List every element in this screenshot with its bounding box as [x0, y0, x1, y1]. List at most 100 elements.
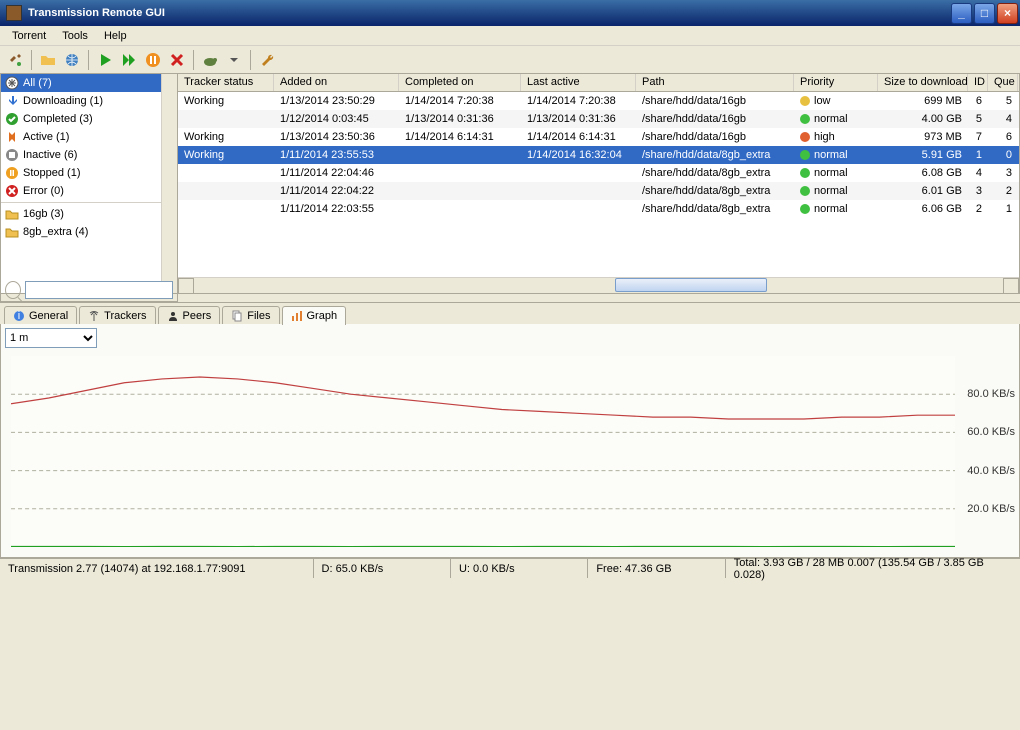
cell-id: 6 — [968, 95, 988, 107]
close-button[interactable]: × — [997, 3, 1018, 24]
cell-size: 6.01 GB — [878, 185, 968, 197]
cell-priority: low — [794, 95, 878, 107]
table-row[interactable]: Working1/11/2014 23:55:531/14/2014 16:32… — [178, 146, 1019, 164]
col-queue[interactable]: Que — [988, 74, 1018, 91]
details-tabs: iGeneral Trackers Peers Files Graph — [0, 302, 1020, 324]
cell-queue: 1 — [988, 203, 1018, 215]
folder-open-icon — [40, 52, 56, 68]
cell-path: /share/hdd/data/16gb — [636, 113, 794, 125]
tab-trackers[interactable]: Trackers — [79, 306, 155, 325]
cell-added: 1/13/2014 23:50:36 — [274, 131, 399, 143]
tab-peers[interactable]: Peers — [158, 306, 221, 325]
alt-speed-dropdown[interactable] — [223, 49, 245, 71]
start-button[interactable] — [94, 49, 116, 71]
table-row[interactable]: 1/12/2014 0:03:451/13/2014 0:31:361/13/2… — [178, 110, 1019, 128]
col-completed-on[interactable]: Completed on — [399, 74, 521, 91]
start-all-button[interactable] — [118, 49, 140, 71]
tab-general[interactable]: iGeneral — [4, 306, 77, 325]
maximize-button[interactable]: □ — [974, 3, 995, 24]
cell-size: 6.06 GB — [878, 203, 968, 215]
folder-icon — [5, 207, 19, 221]
cell-path: /share/hdd/data/16gb — [636, 95, 794, 107]
sidebar-item[interactable]: 8gb_extra (4) — [1, 223, 177, 241]
sidebar-item[interactable]: Completed (3) — [1, 110, 177, 128]
main-content: All (7)Downloading (1)Completed (3) Activ… — [0, 74, 1020, 294]
col-tracker-status[interactable]: Tracker status — [178, 74, 274, 91]
add-torrent-button[interactable] — [37, 49, 59, 71]
sidebar: All (7)Downloading (1)Completed (3) Activ… — [0, 74, 178, 294]
info-icon: i — [13, 310, 25, 322]
col-size[interactable]: Size to download — [878, 74, 968, 91]
sidebar-item[interactable]: Downloading (1) — [1, 92, 177, 110]
y-axis-labels: 20.0 KB/s40.0 KB/s60.0 KB/s80.0 KB/s — [959, 356, 1015, 547]
table-row[interactable]: 1/11/2014 22:04:22/share/hdd/data/8gb_ex… — [178, 182, 1019, 200]
cell-path: /share/hdd/data/8gb_extra — [636, 203, 794, 215]
person-icon — [167, 310, 179, 322]
alt-speed-button[interactable] — [199, 49, 221, 71]
sidebar-item-label: Active (1) — [23, 131, 69, 143]
sidebar-item[interactable]: Error (0) — [1, 182, 177, 200]
col-id[interactable]: ID — [968, 74, 988, 91]
down-icon — [5, 94, 19, 108]
graph-interval-select[interactable]: 1 m — [5, 328, 97, 348]
sidebar-item-label: Error (0) — [23, 185, 64, 197]
cell-added: 1/13/2014 23:50:29 — [274, 95, 399, 107]
search-box — [0, 278, 178, 302]
chevron-down-icon — [226, 52, 242, 68]
separator — [88, 50, 89, 70]
cell-queue: 3 — [988, 167, 1018, 179]
y-tick-label: 60.0 KB/s — [967, 426, 1015, 438]
folder-icon — [5, 225, 19, 239]
cell-last-active: 1/13/2014 0:31:36 — [521, 113, 636, 125]
y-tick-label: 20.0 KB/s — [967, 503, 1015, 515]
table-row[interactable]: Working1/13/2014 23:50:361/14/2014 6:14:… — [178, 128, 1019, 146]
pause-button[interactable] — [142, 49, 164, 71]
cell-id: 4 — [968, 167, 988, 179]
table-row[interactable]: Working1/13/2014 23:50:291/14/2014 7:20:… — [178, 92, 1019, 110]
priority-dot-icon — [800, 186, 810, 196]
priority-dot-icon — [800, 204, 810, 214]
table-row[interactable]: 1/11/2014 22:04:46/share/hdd/data/8gb_ex… — [178, 164, 1019, 182]
tab-files[interactable]: Files — [222, 306, 279, 325]
cell-size: 5.91 GB — [878, 149, 968, 161]
remove-button[interactable] — [166, 49, 188, 71]
all-icon — [5, 76, 19, 90]
grid-body[interactable]: Working1/13/2014 23:50:291/14/2014 7:20:… — [178, 92, 1019, 277]
menu-torrent[interactable]: Torrent — [4, 28, 54, 44]
status-upload: U: 0.0 KB/s — [451, 559, 588, 578]
cell-priority: normal — [794, 203, 878, 215]
sidebar-item[interactable]: 16gb (3) — [1, 205, 177, 223]
status-download: D: 65.0 KB/s — [314, 559, 451, 578]
preferences-button[interactable] — [256, 49, 278, 71]
y-tick-label: 40.0 KB/s — [967, 465, 1015, 477]
sidebar-item[interactable]: Stopped (1) — [1, 164, 177, 182]
filter-list: All (7)Downloading (1)Completed (3) Activ… — [1, 74, 177, 241]
cell-queue: 4 — [988, 113, 1018, 125]
sidebar-item[interactable]: All (7) — [1, 74, 177, 92]
minimize-button[interactable]: _ — [951, 3, 972, 24]
table-row[interactable]: 1/11/2014 22:03:55/share/hdd/data/8gb_ex… — [178, 200, 1019, 218]
menu-tools[interactable]: Tools — [54, 28, 96, 44]
add-url-button[interactable] — [61, 49, 83, 71]
sidebar-scrollbar[interactable] — [161, 74, 177, 293]
cell-last-active: 1/14/2014 6:14:31 — [521, 131, 636, 143]
antenna-icon — [88, 310, 100, 322]
cell-queue: 6 — [988, 131, 1018, 143]
col-path[interactable]: Path — [636, 74, 794, 91]
search-input[interactable] — [25, 281, 173, 299]
separator — [250, 50, 251, 70]
priority-dot-icon — [800, 150, 810, 160]
pause-icon — [145, 52, 161, 68]
connect-button[interactable] — [4, 49, 26, 71]
window-title: Transmission Remote GUI — [26, 7, 951, 19]
menu-help[interactable]: Help — [96, 28, 135, 44]
col-last-active[interactable]: Last active — [521, 74, 636, 91]
priority-dot-icon — [800, 132, 810, 142]
col-priority[interactable]: Priority — [794, 74, 878, 91]
sidebar-item-label: Inactive (6) — [23, 149, 77, 161]
sidebar-item[interactable]: Inactive (6) — [1, 146, 177, 164]
sidebar-item[interactable]: Active (1) — [1, 128, 177, 146]
separator — [193, 50, 194, 70]
tab-graph[interactable]: Graph — [282, 306, 347, 325]
col-added-on[interactable]: Added on — [274, 74, 399, 91]
